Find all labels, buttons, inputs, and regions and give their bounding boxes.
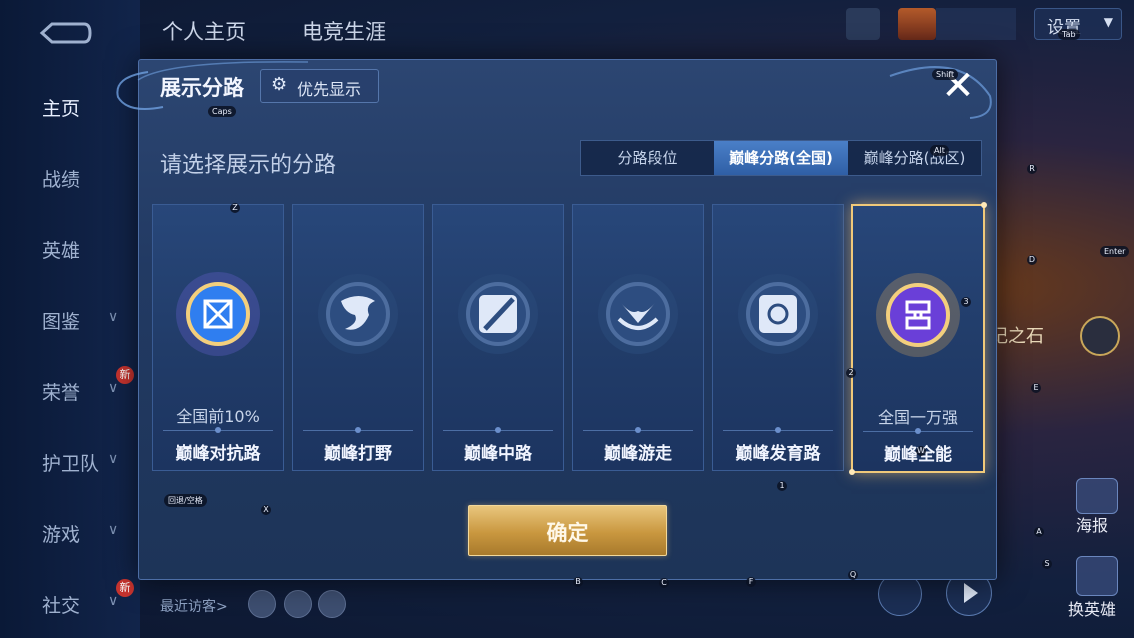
key-hint: Alt [930,145,949,156]
key-hint: E [1031,383,1041,393]
lane-card[interactable]: 巅峰游走 [572,204,704,471]
swap-hero-label[interactable]: 换英雄 [1068,596,1116,620]
top-right-info [936,8,1016,40]
key-hint: R [1027,164,1037,174]
visitor-avatar[interactable] [284,590,312,618]
key-hint: 3 [961,297,971,307]
lane-card[interactable]: 巅峰发育路 [712,204,844,471]
key-hint: S [1042,559,1052,569]
selected-corner-dot [981,202,987,208]
nav-item-label: 荣誉 [42,382,81,404]
key-hint: Shift [932,69,959,80]
tab-profile[interactable]: 个人主页 [162,16,246,46]
lane-rank-text: 全国前10% [176,407,260,426]
key-hint: Tab [1058,29,1080,40]
key-hint: Q [848,570,858,580]
key-hint: 回退/空格 [164,494,207,507]
tab-esports-career[interactable]: 电竞生涯 [302,16,386,46]
lane-jungle-icon [315,271,401,357]
key-hint: X [261,505,271,515]
card-divider-dot [635,427,641,433]
lane-card[interactable]: 巅峰打野 [292,204,424,471]
segment-lane-rank[interactable]: 分路段位 [581,141,714,175]
nav-item-label: 护卫队 [42,453,100,475]
nav-item[interactable]: 游戏 ∨ [0,512,140,552]
key-hint: Enter [1100,246,1130,257]
nav-item[interactable]: 荣誉 ∨ 新 [0,366,140,410]
key-hint: 2 [846,368,856,378]
card-divider-dot [215,427,221,433]
chevron-down-icon: ∨ [108,522,119,538]
key-hint: W [916,446,926,456]
nav-item-label: 图鉴 [42,311,81,333]
nav-item[interactable]: 英雄 [0,228,140,268]
swap-hero-icon[interactable] [1076,556,1118,596]
nav-item-label: 主页 [42,98,81,120]
recent-visitors-label[interactable]: 最近访客> [160,596,228,616]
lane-allround-icon [875,272,961,358]
confirm-button[interactable]: 确定 [468,505,667,556]
key-hint: F [746,577,756,587]
lane-card[interactable]: 全国前10% 巅峰对抗路 [152,204,284,471]
chevron-down-icon: ∨ [108,380,119,396]
chevron-down-icon: ▼ [1103,15,1113,29]
new-badge: 新 [116,579,134,597]
key-hint: Caps [208,106,236,117]
nav-item[interactable]: 护卫队 ∨ [0,441,140,481]
chevron-down-icon: ∨ [108,593,119,609]
selected-corner-dot [849,469,855,475]
card-divider-dot [355,427,361,433]
lane-select-prompt: 请选择展示的分路 [160,153,337,178]
stone-icon[interactable] [1080,316,1120,356]
lane-card-name: 巅峰发育路 [735,444,821,464]
nav-item[interactable]: 战绩 [0,157,140,197]
lane-card[interactable]: 全国一万强巅峰全能 [849,202,987,475]
card-divider-dot [495,427,501,433]
key-hint: A [1034,527,1044,537]
nav-item-label: 战绩 [42,169,81,191]
lane-rank-text: 全国一万强 [877,408,958,427]
chevron-down-icon: ∨ [108,309,119,325]
lane-filter-segment: 分路段位 巅峰分路(全国) 巅峰分路(战区) [580,140,982,176]
new-badge: 新 [116,366,134,384]
nav-item-label: 社交 [42,595,81,617]
key-hint: C [659,578,669,588]
nav-item-label: 游戏 [42,524,81,546]
poster-label[interactable]: 海报 [1076,512,1108,536]
poster-icon[interactable] [1076,478,1118,514]
key-hint: 1 [777,481,787,491]
lane-card-name: 巅峰打野 [324,444,392,464]
lane-marksman-icon [735,271,821,357]
back-icon[interactable] [38,20,92,46]
lane-fighter-icon [175,271,261,357]
lane-roam-icon [595,271,681,357]
gear-icon: ⚙ [271,74,288,95]
key-hint: Z [230,203,240,213]
card-divider-dot [915,428,921,434]
confirm-label: 确定 [546,521,589,545]
lane-card[interactable]: 巅峰中路 [432,204,564,471]
visitor-avatar[interactable] [248,590,276,618]
priority-display-button[interactable]: ⚙ 优先显示 [260,69,379,103]
lane-card-name: 巅峰中路 [464,444,532,464]
stone-label: 记之石 [990,326,1044,347]
key-hint: D [1027,255,1037,265]
segment-peak-national[interactable]: 巅峰分路(全国) [714,141,848,175]
top-right-avatar[interactable] [846,8,880,40]
lane-mid-icon [455,271,541,357]
nav-item[interactable]: 图鉴 ∨ [0,299,140,339]
nav-item[interactable]: 社交 ∨ 新 [0,579,140,623]
key-hint: B [573,577,583,587]
chevron-down-icon: ∨ [108,451,119,467]
modal-title: 展示分路 [160,76,244,100]
priority-display-label: 优先显示 [297,80,362,99]
visitor-avatar[interactable] [318,590,346,618]
vip-badge [898,8,936,40]
card-divider-dot [775,427,781,433]
nav-item-label: 英雄 [42,240,81,262]
lane-card-name: 巅峰游走 [604,444,672,464]
lane-card-name: 巅峰对抗路 [175,444,261,464]
segment-peak-region[interactable]: 巅峰分路(战区) [848,141,981,175]
